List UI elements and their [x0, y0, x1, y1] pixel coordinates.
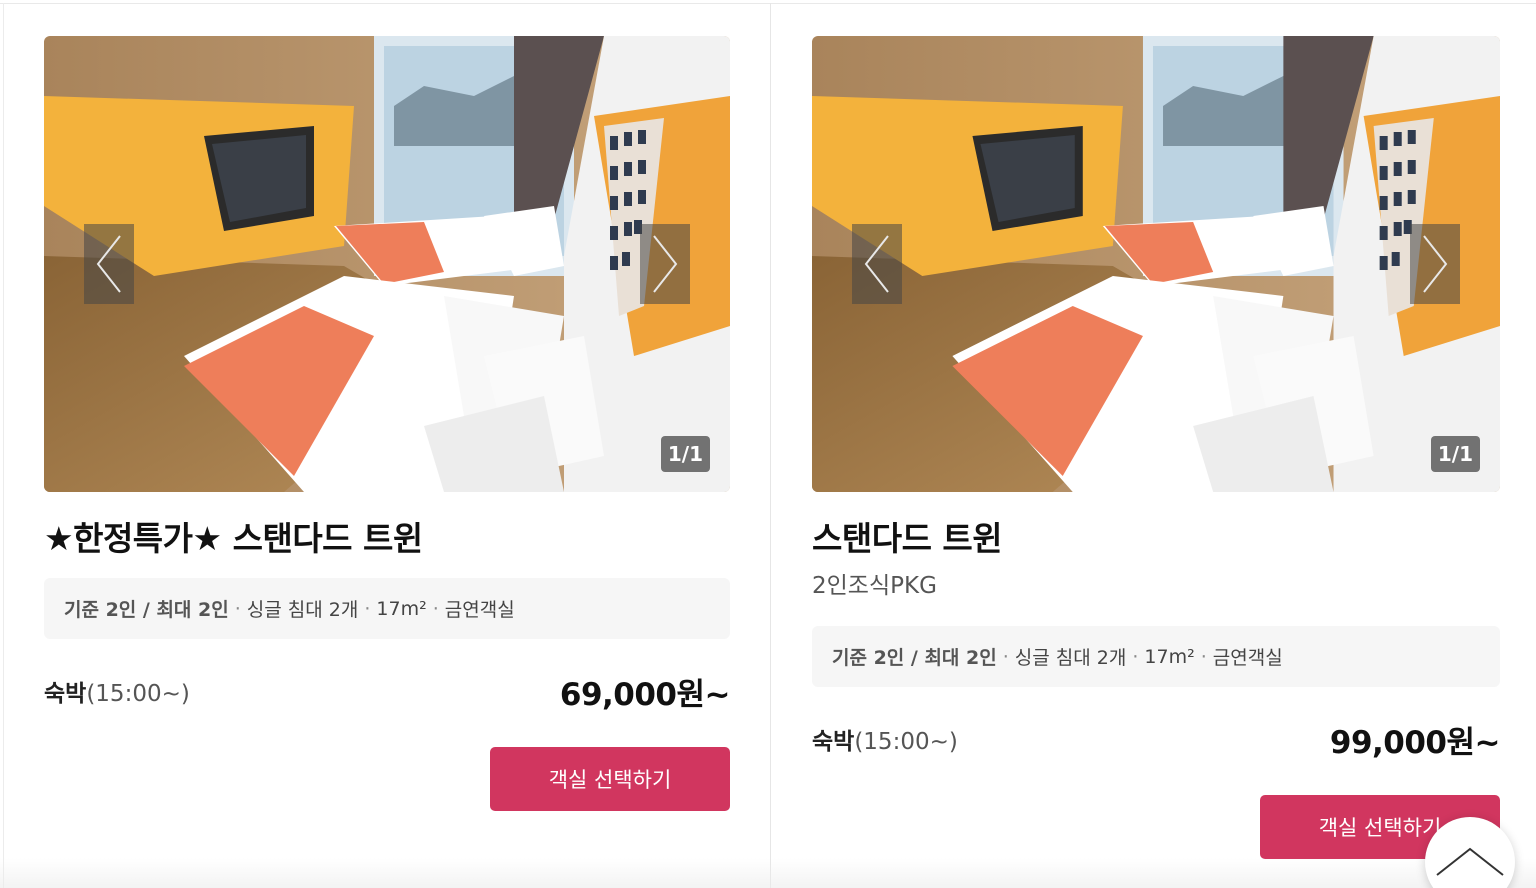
stay-info: 숙박(15:00~) — [44, 674, 190, 708]
chevron-up-icon — [1436, 847, 1504, 876]
photo-counter: 1/1 — [1430, 436, 1480, 472]
smoking-text: 금연객실 — [1212, 647, 1283, 669]
size-text: 17m² — [376, 597, 427, 620]
room-card: 1/1 ★한정특가★ 스탠다드 트윈 기준 2인 / 최대 2인 · 싱글 침대… — [44, 36, 731, 811]
capacity-text: 기준 2인 / 최대 2인 — [64, 599, 229, 621]
price-row: 숙박(15:00~) 69,000원~ — [44, 671, 731, 713]
bottom-fade — [0, 858, 1536, 888]
room-spec: 기준 2인 / 최대 2인 · 싱글 침대 2개 · 17m² · 금연객실 — [812, 626, 1500, 687]
room-title: ★한정특가★ 스탠다드 트윈 — [44, 519, 423, 558]
chevron-right-icon — [1423, 235, 1448, 293]
room-title: 스탠다드 트윈 — [812, 519, 1003, 558]
room-photo — [44, 36, 730, 492]
select-room-button[interactable]: 객실 선택하기 — [490, 747, 730, 811]
capacity-text: 기준 2인 / 최대 2인 — [832, 647, 997, 669]
top-divider — [0, 3, 1536, 4]
next-photo-button[interactable] — [640, 224, 690, 304]
room-photo-carousel[interactable]: 1/1 — [812, 36, 1500, 492]
room-spec: 기준 2인 / 최대 2인 · 싱글 침대 2개 · 17m² · 금연객실 — [44, 578, 730, 639]
chevron-left-icon — [96, 235, 121, 293]
smoking-text: 금연객실 — [444, 599, 515, 621]
spec-separator: · — [1132, 645, 1139, 668]
next-photo-button[interactable] — [1410, 224, 1460, 304]
price-row: 숙박(15:00~) 99,000원~ — [812, 719, 1501, 761]
prev-photo-button[interactable] — [84, 224, 134, 304]
column-divider — [770, 3, 771, 888]
chevron-right-icon — [653, 235, 678, 293]
chevron-left-icon — [864, 235, 889, 293]
check-in-time: (15:00~) — [854, 729, 958, 755]
room-card: 1/1 스탠다드 트윈 2인조식PKG 기준 2인 / 최대 2인 · 싱글 침… — [812, 36, 1501, 859]
photo-counter: 1/1 — [660, 436, 710, 472]
bed-text: 싱글 침대 2개 — [1014, 647, 1127, 669]
room-list-page: 1/1 ★한정특가★ 스탠다드 트윈 기준 2인 / 최대 2인 · 싱글 침대… — [0, 0, 1536, 888]
left-border — [3, 3, 4, 888]
bed-text: 싱글 침대 2개 — [246, 599, 359, 621]
room-package-name: 2인조식PKG — [812, 573, 937, 599]
prev-photo-button[interactable] — [852, 224, 902, 304]
room-photo — [812, 36, 1500, 492]
room-photo-carousel[interactable]: 1/1 — [44, 36, 730, 492]
spec-separator: · — [1200, 645, 1207, 668]
room-price: 69,000원~ — [559, 676, 731, 713]
check-in-time: (15:00~) — [86, 681, 190, 707]
room-price: 99,000원~ — [1329, 724, 1501, 761]
stay-info: 숙박(15:00~) — [812, 722, 958, 756]
spec-separator: · — [1002, 645, 1009, 668]
spec-separator: · — [432, 597, 439, 620]
spec-separator: · — [364, 597, 371, 620]
size-text: 17m² — [1144, 645, 1195, 668]
stay-label: 숙박 — [44, 681, 87, 707]
spec-separator: · — [234, 597, 241, 620]
stay-label: 숙박 — [812, 729, 855, 755]
